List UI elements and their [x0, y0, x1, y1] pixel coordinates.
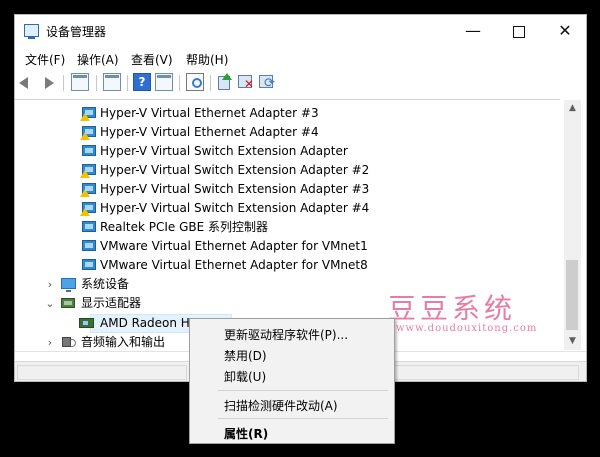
tree-item-label: Realtek PCIe GBE 系列控制器	[100, 220, 269, 234]
disable-device-icon[interactable]	[237, 73, 255, 91]
tree-item-label: AMD Radeon HD	[100, 316, 200, 330]
tree-item-label: Hyper-V Virtual Switch Extension Adapter…	[100, 182, 370, 196]
tree-item-label: VMware Virtual Ethernet Adapter for VMne…	[100, 258, 368, 272]
maximize-icon	[513, 25, 525, 38]
scroll-down-button[interactable]: ▼	[564, 333, 581, 350]
window-title: 设备管理器	[46, 25, 107, 39]
tree-item-device[interactable]: Hyper-V Virtual Switch Extension Adapter	[15, 142, 560, 161]
close-button[interactable]: ✕	[542, 15, 586, 47]
vertical-scrollbar[interactable]: ▲ ▼	[564, 100, 581, 350]
context-menu-separator	[218, 418, 388, 419]
help-icon[interactable]: ?	[133, 73, 151, 91]
chevron-down-icon[interactable]: ⌄	[45, 294, 55, 313]
network-adapter-icon	[82, 221, 96, 232]
network-adapter-icon	[82, 145, 96, 156]
tree-item-device[interactable]: VMware Virtual Ethernet Adapter for VMne…	[15, 237, 560, 256]
tree-item-device[interactable]: Hyper-V Virtual Switch Extension Adapter…	[15, 161, 560, 180]
toolbar-separator	[127, 75, 128, 91]
device-manager-app-icon	[24, 24, 39, 39]
uninstall-refresh-icon[interactable]	[258, 73, 276, 91]
menu-file[interactable]: 文件(F)	[25, 51, 65, 68]
context-menu: 更新驱动程序软件(P)... 禁用(D) 卸载(U) 扫描检测硬件改动(A) 属…	[189, 318, 395, 444]
context-menu-update-driver[interactable]: 更新驱动程序软件(P)...	[224, 326, 348, 343]
forward-arrow-icon[interactable]	[39, 73, 57, 91]
graphics-card-icon	[79, 318, 94, 328]
system-devices-icon	[61, 278, 76, 292]
context-menu-properties[interactable]: 属性(R)	[224, 425, 268, 442]
chevron-right-icon[interactable]: ›	[45, 333, 55, 350]
tree-item-label: Hyper-V Virtual Switch Extension Adapter	[100, 144, 348, 158]
scroll-up-button[interactable]: ▲	[564, 100, 581, 117]
tree-item-device[interactable]: Hyper-V Virtual Ethernet Adapter #3	[15, 104, 560, 123]
context-menu-uninstall[interactable]: 卸载(U)	[224, 368, 266, 385]
title-bar[interactable]: 设备管理器 — ✕	[15, 15, 586, 47]
network-adapter-icon	[82, 240, 96, 251]
speaker-icon	[62, 337, 76, 347]
tree-item-label: Hyper-V Virtual Switch Extension Adapter…	[100, 201, 370, 215]
tree-item-device[interactable]: Hyper-V Virtual Switch Extension Adapter…	[15, 180, 560, 199]
tree-item-device[interactable]: Hyper-V Virtual Switch Extension Adapter…	[15, 199, 560, 218]
chevron-right-icon[interactable]: ›	[45, 275, 55, 294]
tree-item-label: Hyper-V Virtual Ethernet Adapter #3	[100, 106, 319, 120]
tree-item-device[interactable]: Realtek PCIe GBE 系列控制器	[15, 218, 560, 237]
context-menu-separator	[218, 390, 388, 391]
maximize-button[interactable]	[496, 15, 542, 47]
network-adapter-warning-icon	[80, 202, 96, 216]
watermark-title: 豆豆系统	[388, 292, 517, 325]
tree-item-label: Hyper-V Virtual Ethernet Adapter #4	[100, 125, 319, 139]
toolbar-separator	[210, 75, 211, 91]
window-icon[interactable]	[155, 73, 173, 91]
tree-item-label: VMware Virtual Ethernet Adapter for VMne…	[100, 239, 368, 253]
network-adapter-warning-icon	[80, 107, 96, 121]
status-cell	[17, 365, 187, 380]
network-adapter-icon	[82, 259, 96, 270]
tree-item-label: Hyper-V Virtual Switch Extension Adapter…	[100, 163, 370, 177]
network-adapter-warning-icon	[80, 183, 96, 197]
network-adapter-warning-icon	[80, 164, 96, 178]
toolbar-separator	[179, 75, 180, 91]
toolbar: ?	[15, 71, 586, 95]
toolbar-separator	[63, 75, 64, 91]
tree-item-label: 音频输入和输出	[81, 335, 166, 349]
network-adapter-warning-icon	[80, 126, 96, 140]
display-adapter-icon	[61, 298, 75, 308]
back-arrow-icon[interactable]	[19, 73, 40, 91]
tree-item-label: 显示适配器	[81, 296, 142, 310]
watermark: 豆豆系统 www.doudouxitong.com	[388, 287, 558, 335]
menu-bar: 文件(F) 操作(A) 查看(V) 帮助(H)	[15, 49, 586, 69]
watermark-url: www.doudouxitong.com	[396, 323, 538, 334]
tree-item-device[interactable]: Hyper-V Virtual Ethernet Adapter #4	[15, 123, 560, 142]
update-driver-icon[interactable]	[216, 73, 234, 91]
minimize-button[interactable]: —	[450, 15, 496, 47]
scan-hardware-icon[interactable]	[186, 73, 204, 91]
tree-item-device[interactable]: VMware Virtual Ethernet Adapter for VMne…	[15, 256, 560, 275]
properties-icon[interactable]	[103, 73, 121, 91]
scrollbar-thumb[interactable]	[566, 260, 578, 330]
context-menu-scan-hardware[interactable]: 扫描检测硬件改动(A)	[224, 397, 338, 414]
toolbar-separator	[96, 75, 97, 91]
menu-action[interactable]: 操作(A)	[77, 51, 119, 68]
context-menu-disable[interactable]: 禁用(D)	[224, 347, 267, 364]
tree-item-label: 系统设备	[81, 277, 130, 291]
console-tree-icon[interactable]	[71, 73, 89, 91]
menu-help[interactable]: 帮助(H)	[186, 51, 228, 68]
menu-view[interactable]: 查看(V)	[131, 51, 173, 68]
